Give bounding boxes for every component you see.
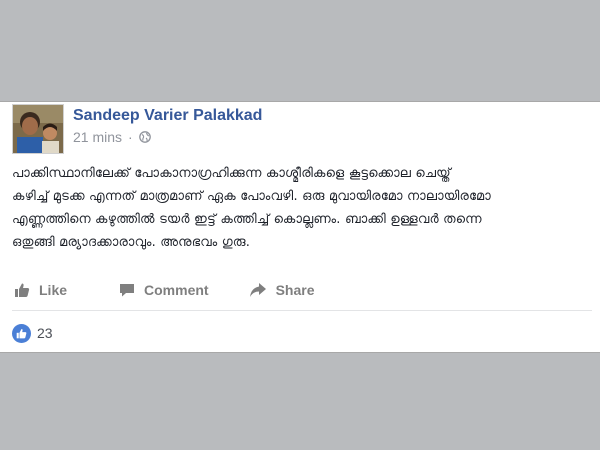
share-arrow-icon [249, 283, 266, 297]
thumbs-up-icon [16, 328, 27, 338]
post-actions: Like Comment Share [12, 278, 592, 302]
post-meta: 21 mins · [73, 129, 151, 145]
post-body: പാക്കിസ്ഥാനിലേക്ക് പോകാനാഗ്രഹിക്കുന്ന കാ… [12, 162, 594, 254]
post-body-line: കഴിച്ച് മുടക്ക എന്നത് മാത്രമാണ് ഏക പോംവഴ… [12, 189, 491, 204]
reactions-bar[interactable]: 23 [12, 323, 53, 343]
avatar-photo-icon [13, 105, 63, 153]
like-button[interactable]: Like [14, 282, 67, 298]
meta-separator: · [128, 129, 133, 145]
author-name[interactable]: Sandeep Varier Palakkad [73, 107, 262, 125]
post-timestamp[interactable]: 21 mins [73, 129, 122, 145]
post-body-line: ഒതുങ്ങി മര്യാദക്കാരാവും. അനുഭവം ഗുരു. [12, 235, 251, 250]
post-divider [12, 310, 592, 311]
globe-icon[interactable] [138, 131, 151, 143]
like-label: Like [39, 282, 68, 298]
thumbs-up-icon [15, 283, 30, 297]
post-body-line: എണ്ണത്തിനെ കഴുത്തിൽ ടയർ ഇട്ട് കത്തിച്ച് … [12, 212, 482, 227]
comment-icon [120, 284, 135, 297]
reaction-count[interactable]: 23 [37, 325, 53, 341]
share-button[interactable]: Share [249, 282, 315, 298]
avatar[interactable] [12, 104, 64, 154]
post-header: Sandeep Varier Palakkad 21 mins · [12, 104, 592, 154]
comment-label: Comment [144, 282, 209, 298]
share-label: Share [275, 282, 315, 298]
like-reaction-icon [12, 323, 31, 343]
comment-button[interactable]: Comment [119, 282, 209, 298]
post-body-line: പാക്കിസ്ഥാനിലേക്ക് പോകാനാഗ്രഹിക്കുന്ന കാ… [12, 166, 451, 181]
facebook-post: Sandeep Varier Palakkad 21 mins · പാക്കി… [0, 101, 600, 353]
